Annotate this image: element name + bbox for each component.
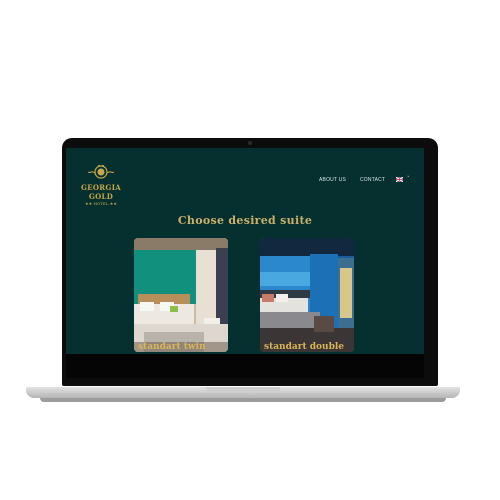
suite-card-double[interactable]: standart double [260, 238, 354, 352]
laptop-base-shadow [40, 398, 446, 402]
page-headline: Choose desired suite [177, 214, 313, 227]
nav-about-us[interactable]: ABOUT US [319, 177, 346, 183]
navbar: GEORGIA GOLD ★★ HOTEL ★★ ABOUT US CONTAC… [66, 148, 424, 206]
double-room-photo [260, 238, 354, 352]
uk-flag-icon[interactable] [396, 177, 403, 182]
crest-icon [87, 163, 115, 179]
suite-label: standart double [264, 342, 345, 352]
nav-contact[interactable]: CONTACT [360, 177, 385, 183]
laptop-opening-notch [206, 387, 280, 392]
webcam [248, 141, 252, 145]
twin-room-photo [134, 238, 228, 352]
laptop-screen: GEORGIA GOLD ★★ HOTEL ★★ ABOUT US CONTAC… [66, 148, 424, 378]
hotel-logo[interactable]: GEORGIA GOLD ★★ HOTEL ★★ [70, 163, 132, 206]
suite-card-twin[interactable]: standart twin [134, 238, 228, 352]
screen-bottom-bar [66, 354, 424, 378]
suite-label: standart twin [138, 342, 206, 352]
logo-subtitle: ★★ HOTEL ★★ [85, 201, 117, 206]
language-dropdown-caret[interactable]: ˅ [407, 176, 410, 182]
logo-name: GEORGIA GOLD [80, 183, 121, 201]
